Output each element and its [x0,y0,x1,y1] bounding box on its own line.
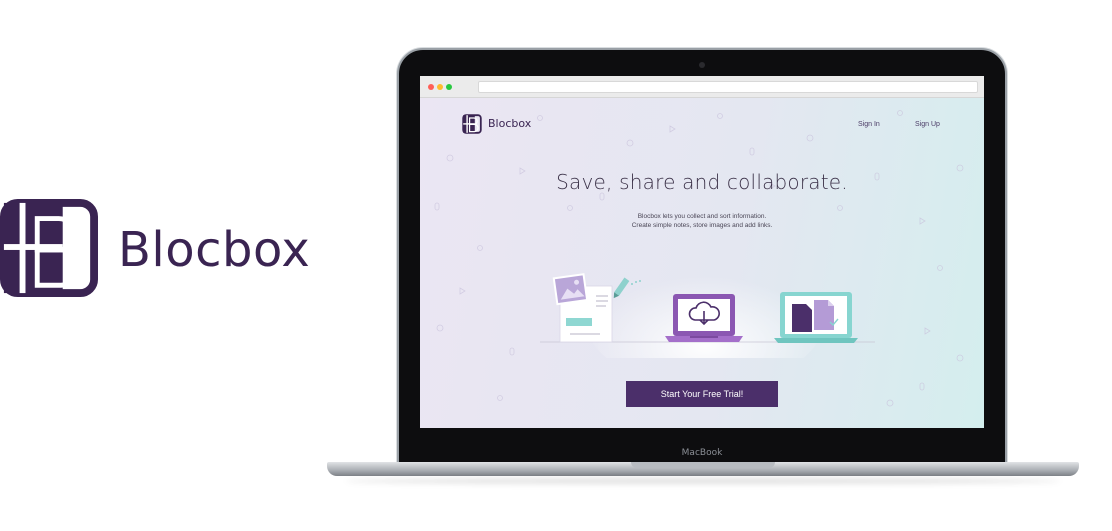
laptop-model-label: MacBook [681,448,723,458]
documents-laptop-icon [774,292,858,343]
hero-headline: Save, share and collaborate. [556,170,848,194]
landing-page: Blocbox Sign In Sign Up Save, share and … [420,98,984,428]
hero-subtext: Blocbox lets you collect and sort inform… [420,212,984,230]
start-free-trial-button[interactable]: Start Your Free Trial! [626,381,778,407]
hero-illustration [540,248,875,358]
brand-name: Blocbox [118,222,311,278]
laptop-shadow [345,478,1061,484]
blocbox-logo-icon [0,199,98,297]
close-window-button[interactable] [428,84,434,90]
brand-lockup: Blocbox [0,196,320,300]
sign-in-link[interactable]: Sign In [858,121,880,128]
browser-chrome [420,76,984,98]
nav-logo-icon[interactable] [462,114,482,134]
laptop-mockup: Blocbox Sign In Sign Up Save, share and … [327,46,1079,486]
cloud-upload-laptop-icon [665,294,743,342]
nav-brand-name[interactable]: Blocbox [488,117,531,130]
hero-subtext-line-2: Create simple notes, store images and ad… [631,222,773,229]
address-bar[interactable] [478,81,978,93]
laptop-notch [631,462,775,468]
hero-subtext-line-1: Blocbox lets you collect and sort inform… [637,213,767,220]
maximize-window-button[interactable] [446,84,452,90]
sign-up-link[interactable]: Sign Up [915,121,940,128]
laptop-screen: Blocbox Sign In Sign Up Save, share and … [420,76,984,428]
camera-icon [699,62,705,68]
minimize-window-button[interactable] [437,84,443,90]
